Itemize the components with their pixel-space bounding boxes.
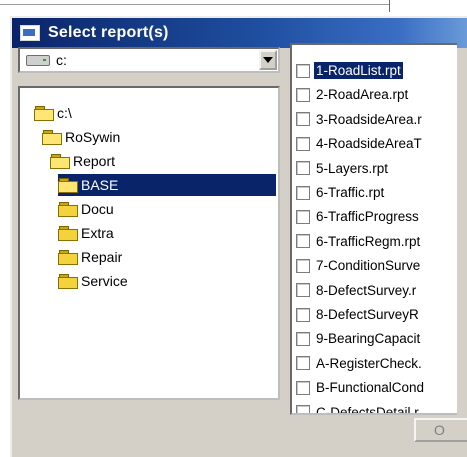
drive-icon — [26, 54, 50, 66]
folder-item[interactable]: c:\ — [34, 102, 72, 124]
report-label: 2-RoadArea.rpt — [316, 87, 409, 103]
report-label: 1-RoadList.rpt — [314, 62, 403, 79]
folder-label: Service — [81, 273, 128, 289]
open-folder-icon — [34, 106, 54, 121]
drive-select[interactable]: c: — [18, 47, 280, 73]
report-item[interactable]: B-FunctionalCond — [296, 377, 426, 398]
folder-item[interactable]: RoSywin — [42, 126, 120, 148]
folder-item[interactable]: Report — [50, 150, 115, 172]
report-label: C-DefectsDetail.r — [316, 404, 419, 415]
open-folder-icon — [50, 154, 70, 169]
folder-label: Extra — [81, 225, 114, 241]
report-checkbox[interactable] — [296, 185, 310, 200]
folder-label: c:\ — [57, 105, 72, 121]
open-folder-icon — [58, 178, 78, 193]
report-checkbox[interactable] — [296, 234, 310, 249]
report-checkbox[interactable] — [296, 209, 310, 224]
folder-tree[interactable]: c:\ RoSywin Report BASE Docu Extra Repair Servi… — [18, 86, 280, 400]
folder-item[interactable]: Extra — [58, 222, 114, 244]
report-checkbox[interactable] — [296, 283, 310, 298]
report-checkbox[interactable] — [296, 331, 310, 346]
folder-item[interactable]: Docu — [58, 198, 114, 220]
report-label: 6-Traffic.rpt — [316, 185, 385, 200]
folder-icon — [58, 250, 78, 265]
report-checkbox[interactable] — [296, 136, 310, 151]
report-checkbox[interactable] — [296, 63, 310, 78]
report-checkbox[interactable] — [296, 380, 310, 395]
report-item[interactable]: 8-DefectSurveyR — [296, 304, 421, 325]
report-checkbox[interactable] — [296, 307, 310, 322]
report-item[interactable]: 6-TrafficProgress — [296, 206, 421, 227]
report-label: 6-TrafficRegm.rpt — [316, 233, 421, 249]
drive-dropdown-button[interactable] — [259, 50, 277, 70]
background-window-divider — [389, 0, 390, 12]
report-item[interactable]: A-RegisterCheck. — [296, 353, 424, 374]
report-item[interactable]: 1-RoadList.rpt — [296, 60, 403, 81]
report-label: 7-ConditionSurve — [316, 258, 421, 274]
report-checkbox[interactable] — [296, 161, 310, 176]
report-label: 9-BearingCapacit — [316, 331, 421, 347]
report-label: 6-TrafficProgress — [316, 209, 419, 225]
folder-icon — [58, 226, 78, 241]
report-label: 8-DefectSurveyR — [316, 307, 419, 322]
folder-label: Docu — [81, 201, 114, 217]
report-item[interactable]: 3-RoadsideArea.r — [296, 109, 424, 130]
report-item[interactable]: C-DefectsDetail.r — [296, 402, 421, 415]
folder-label: RoSywin — [65, 129, 121, 145]
folder-item[interactable]: Repair — [58, 246, 122, 268]
report-item[interactable]: 2-RoadArea.rpt — [296, 84, 410, 105]
folder-icon — [58, 274, 78, 289]
folder-icon — [58, 202, 78, 217]
report-item[interactable]: 6-Traffic.rpt — [296, 182, 386, 203]
background-window-edge — [0, 0, 390, 5]
folder-label: Repair — [81, 249, 123, 265]
folder-item[interactable]: Service — [58, 270, 128, 292]
report-list[interactable]: 1-RoadList.rpt 2-RoadArea.rpt 3-RoadsideAr… — [290, 43, 457, 415]
drive-label: c: — [56, 52, 67, 68]
window-icon — [20, 25, 40, 41]
folder-label: Report — [73, 153, 116, 169]
report-label: 8-DefectSurvey.r — [316, 282, 417, 298]
report-label: B-FunctionalCond — [316, 380, 425, 396]
report-label: 5-Layers.rpt — [316, 160, 389, 176]
chevron-down-icon — [263, 57, 273, 63]
report-item[interactable]: 5-Layers.rpt — [296, 158, 390, 179]
folder-item[interactable]: BASE — [58, 174, 276, 196]
report-checkbox[interactable] — [296, 258, 310, 273]
report-checkbox[interactable] — [296, 356, 310, 371]
report-label: A-RegisterCheck. — [316, 355, 422, 371]
report-item[interactable]: 9-BearingCapacit — [296, 328, 422, 349]
window-title: Select report(s) — [48, 24, 169, 41]
report-label: 4-RoadsideAreaT — [316, 136, 422, 152]
folder-label: BASE — [81, 177, 119, 193]
report-item[interactable]: 8-DefectSurvey.r — [296, 280, 418, 301]
report-checkbox[interactable] — [296, 87, 310, 102]
report-item[interactable]: 6-TrafficRegm.rpt — [296, 231, 422, 252]
open-folder-icon — [42, 130, 62, 145]
report-item[interactable]: 7-ConditionSurve — [296, 255, 422, 276]
report-checkbox[interactable] — [296, 112, 310, 127]
ok-button[interactable]: O — [414, 418, 467, 442]
report-checkbox[interactable] — [296, 405, 310, 413]
report-item[interactable]: 4-RoadsideAreaT — [296, 133, 424, 154]
report-label: 3-RoadsideArea.r — [316, 111, 422, 127]
